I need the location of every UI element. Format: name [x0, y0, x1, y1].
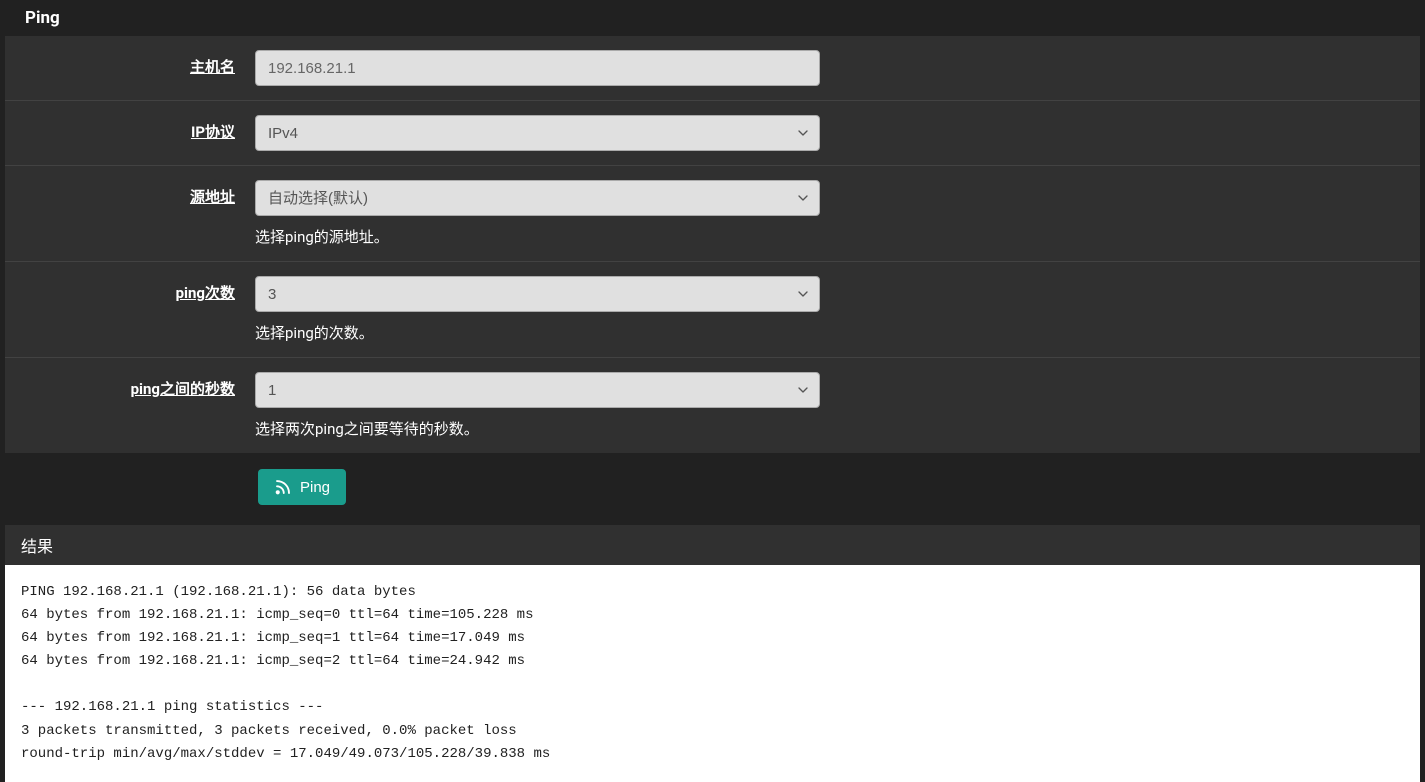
interval-select[interactable]: 1 — [255, 372, 820, 408]
count-label: ping次数 — [5, 276, 255, 303]
source-address-help: 选择ping的源地址。 — [255, 226, 820, 247]
results-output: PING 192.168.21.1 (192.168.21.1): 56 dat… — [5, 565, 1420, 782]
interval-row: ping之间的秒数 1 选择两次ping之间要等待的秒数。 — [5, 358, 1420, 453]
ip-protocol-select[interactable]: IPv4 — [255, 115, 820, 151]
interval-label: ping之间的秒数 — [5, 372, 255, 399]
count-row: ping次数 3 选择ping的次数。 — [5, 262, 1420, 358]
interval-help: 选择两次ping之间要等待的秒数。 — [255, 418, 820, 439]
ip-protocol-row: IP协议 IPv4 — [5, 101, 1420, 166]
results-title: 结果 — [5, 525, 1420, 565]
ip-protocol-label: IP协议 — [5, 115, 255, 142]
hostname-label: 主机名 — [5, 50, 255, 77]
hostname-row: 主机名 — [5, 36, 1420, 101]
panel-title: Ping — [5, 0, 1420, 36]
results-panel: 结果 PING 192.168.21.1 (192.168.21.1): 56 … — [5, 525, 1420, 782]
source-address-row: 源地址 自动选择(默认) 选择ping的源地址。 — [5, 166, 1420, 262]
source-address-label: 源地址 — [5, 180, 255, 207]
hostname-input[interactable] — [255, 50, 820, 86]
button-row: Ping — [0, 453, 1425, 521]
count-help: 选择ping的次数。 — [255, 322, 820, 343]
ping-button[interactable]: Ping — [258, 469, 346, 505]
source-address-select[interactable]: 自动选择(默认) — [255, 180, 820, 216]
count-select[interactable]: 3 — [255, 276, 820, 312]
ping-form-panel: Ping 主机名 IP协议 IPv4 源地址 自动选择(默认) 选择ping的源… — [5, 0, 1420, 453]
ping-button-label: Ping — [300, 479, 330, 496]
rss-icon — [274, 478, 292, 496]
